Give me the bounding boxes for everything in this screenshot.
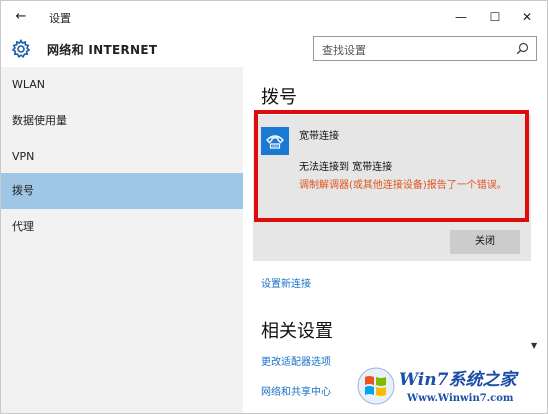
search-placeholder: 查找设置 <box>322 44 366 57</box>
change-adapter-options-link[interactable]: 更改适配器选项 <box>261 353 331 368</box>
scroll-down-icon[interactable]: ▼ <box>531 341 537 350</box>
sidebar-item-vpn[interactable]: VPN <box>1 139 243 175</box>
window-title: 设置 <box>49 12 71 25</box>
close-window-button[interactable]: ✕ <box>517 7 537 27</box>
watermark-url: Www.Winwin7.com <box>407 393 514 404</box>
sidebar-item-wlan[interactable]: WLAN <box>1 67 243 103</box>
sidebar-item-proxy[interactable]: 代理 <box>1 209 243 245</box>
watermark: Win7系统之家 Www.Winwin7.com <box>355 363 547 411</box>
highlight-frame <box>254 110 529 222</box>
main-content: 拨号 宽带连接 无法连接到 宽带连接 调制解调器(或其他连接设备)报告了一个错误… <box>245 67 547 413</box>
settings-window: ← 设置 — ☐ ✕ 网络和 INTERNET 查找设置 WLAN 数据使用量 … <box>0 0 548 414</box>
sidebar: WLAN 数据使用量 VPN 拨号 代理 <box>1 67 243 413</box>
maximize-button[interactable]: ☐ <box>485 7 505 27</box>
search-input[interactable]: 查找设置 <box>313 36 537 61</box>
section-title-dialup: 拨号 <box>261 87 297 108</box>
gear-icon <box>11 39 31 59</box>
sidebar-item-dialup[interactable]: 拨号 <box>1 173 243 209</box>
search-icon[interactable] <box>516 42 529 55</box>
page-title: 网络和 INTERNET <box>47 43 158 57</box>
network-sharing-center-link[interactable]: 网络和共享中心 <box>261 383 331 398</box>
section-title-related: 相关设置 <box>261 321 333 342</box>
setup-new-connection-link[interactable]: 设置新连接 <box>261 275 311 290</box>
close-button[interactable]: 关闭 <box>450 230 520 254</box>
back-arrow-icon[interactable]: ← <box>11 7 31 27</box>
sidebar-item-data-usage[interactable]: 数据使用量 <box>1 103 243 139</box>
minimize-button[interactable]: — <box>451 7 471 27</box>
windows-logo-icon <box>357 367 395 405</box>
title-bar: ← 设置 — ☐ ✕ <box>1 1 547 33</box>
watermark-title: Win7系统之家 <box>399 370 517 390</box>
